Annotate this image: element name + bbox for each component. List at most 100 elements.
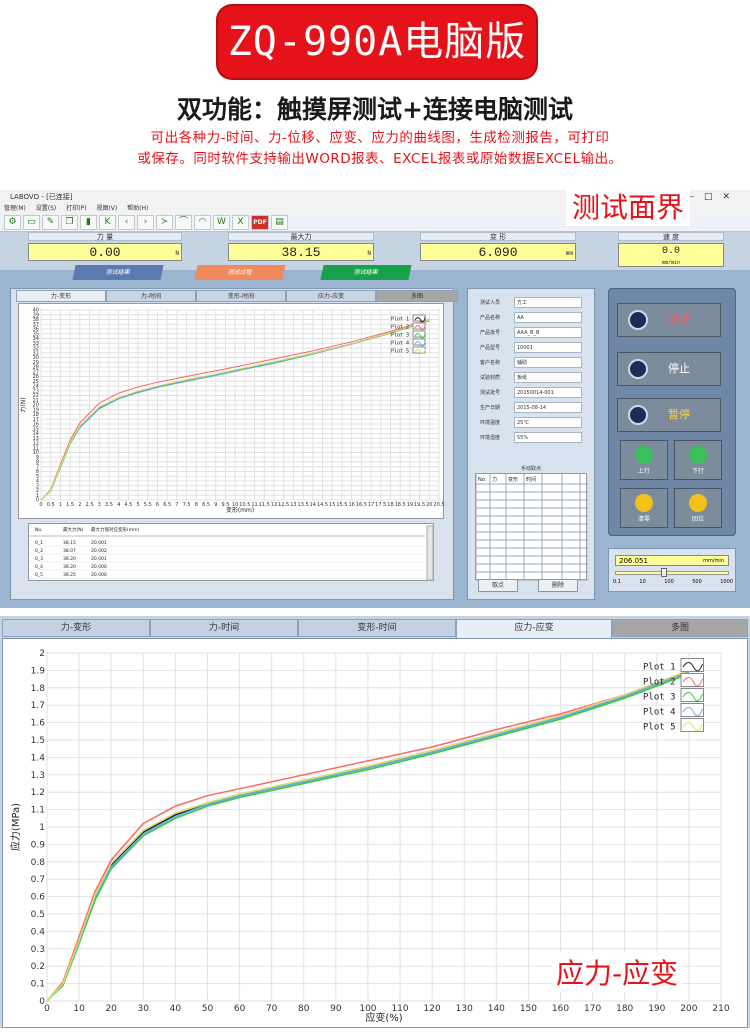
prev-icon[interactable]: ‹ [118, 215, 135, 230]
pdf-export-icon[interactable]: PDF [251, 215, 269, 230]
pick-point-button[interactable]: 取点 [478, 579, 518, 592]
readout-speed-label: 速 度 [618, 232, 724, 241]
tab-deform-time[interactable]: 变形-时间 [196, 290, 286, 302]
x-tick-label: 15.5 [336, 502, 347, 508]
x-tick-label: 3.5 [105, 502, 113, 508]
info-row: 产品名称 AA [470, 312, 594, 324]
speed-panel: 206.051 mm/min 0.1 10 100 500 1000 [608, 548, 736, 592]
tab-force-deform[interactable]: 力-变形 [16, 290, 106, 302]
info-field[interactable]: 方工 [514, 297, 582, 308]
settings-icon[interactable]: ⚙ [4, 215, 21, 230]
bottom-tab-stress-strain[interactable]: 应力-应变 [456, 619, 612, 639]
table-cell: 20.002 [91, 548, 107, 554]
info-field[interactable]: 55% [514, 432, 582, 443]
open-folder-icon[interactable]: ▭ [23, 215, 40, 230]
info-field[interactable]: 20150014-001 [514, 387, 582, 398]
speed-input[interactable]: 206.051 mm/min [615, 555, 729, 566]
copy-icon[interactable]: ❐ [61, 215, 78, 230]
excel-export-icon[interactable]: X [232, 215, 249, 230]
info-label: 环境温度 [479, 420, 500, 426]
up-button[interactable]: 上行 [620, 440, 668, 480]
next-icon[interactable]: › [137, 215, 154, 230]
y-tick-label: 1.8 [31, 684, 46, 694]
legend-label: Plot 5 [391, 349, 409, 355]
x-tick-label: 1.5 [66, 502, 74, 508]
legend-label: Plot 2 [643, 678, 676, 688]
info-field[interactable]: 2015-08-14 [514, 402, 582, 413]
window-controls[interactable]: –□✕ [689, 190, 740, 204]
menu-settings[interactable]: 设置(S) [36, 205, 57, 212]
table-header: 最大力值对应变形(mm) [91, 526, 140, 533]
y-tick-label: 0.1 [31, 980, 45, 990]
up-label: 上行 [637, 468, 650, 475]
legend-label: Plot 2 [391, 325, 409, 331]
info-field[interactable]: 10001 [514, 342, 582, 353]
bottom-tab-force-time[interactable]: 力-时间 [150, 619, 298, 637]
stop-button[interactable]: 停止 [617, 352, 721, 386]
tab-force-time[interactable]: 力-时间 [106, 290, 196, 302]
info-field[interactable]: 板纸 [514, 372, 582, 383]
x-tick-label: 19 [407, 502, 413, 508]
curve-fill-icon[interactable]: ◠ [194, 215, 211, 230]
y-tick-label: 1.2 [31, 788, 45, 798]
x-tick-label: 0 [44, 1004, 50, 1014]
x-tick-label: 90 [330, 1004, 342, 1014]
y-tick-label: 1.4 [31, 753, 46, 763]
tab-stress-strain[interactable]: 应力-应变 [286, 290, 376, 302]
curve-icon[interactable]: ⌒ [175, 215, 192, 230]
bottom-tab-force-deform[interactable]: 力-变形 [2, 619, 150, 637]
word-export-icon[interactable]: W [213, 215, 230, 230]
info-field[interactable]: 25℃ [514, 417, 582, 428]
first-icon[interactable]: K [99, 215, 116, 230]
report-icon[interactable]: ▤ [271, 215, 288, 230]
info-label: 试验材质 [479, 375, 500, 381]
y-tick-label: 1.3 [31, 771, 45, 781]
tab-multi[interactable]: 多图 [376, 290, 458, 302]
x-tick-label: 150 [520, 1004, 537, 1014]
last-icon[interactable]: ≻ [156, 215, 173, 230]
readout-speed-value: 0.0 mm/min [618, 243, 724, 267]
table-cell: 20.001 [91, 556, 107, 562]
pause-label: 暂停 [668, 408, 690, 421]
table-cell: 38.15 [63, 540, 76, 546]
tab-process[interactable]: 测试过程 [194, 265, 286, 280]
menu-manage[interactable]: 管理(M) [4, 205, 26, 212]
menu-help[interactable]: 帮助(H) [127, 205, 148, 212]
tab-result-2[interactable]: 测试结果 [320, 265, 412, 280]
table-scrollbar[interactable] [426, 525, 434, 581]
grid-header: No. [478, 477, 487, 483]
tab-result-1[interactable]: 测试结果 [72, 265, 164, 280]
delete-point-button[interactable]: 删除 [538, 579, 578, 592]
pause-icon [628, 405, 648, 425]
bottom-tab-multi[interactable]: 多图 [612, 619, 748, 637]
x-tick-label: 15 [329, 502, 335, 508]
speed-slider-thumb[interactable] [661, 568, 667, 577]
y-tick-label: 1.1 [31, 806, 45, 816]
speed-slider[interactable] [615, 571, 729, 575]
info-field[interactable]: 辅助 [514, 357, 582, 368]
panel-tabs: 力-变形 力-时间 变形-时间 应力-应变 多图 [16, 290, 458, 302]
description-line-2: 或保存。同时软件支持输出WORD报表、EXCEL报表或原始数据EXCEL输出。 [137, 151, 623, 167]
stop-icon [628, 359, 648, 379]
x-tick-label: 13.5 [298, 502, 309, 508]
x-tick-label: 6.5 [163, 502, 171, 508]
info-field[interactable]: AA [514, 312, 582, 323]
return-button[interactable]: 回位 [674, 488, 722, 528]
test-button[interactable]: 测试 [617, 303, 721, 337]
force-deform-plot: 0 0.5 1 1.5 2 2.5 3 3.5 4 4.5 5 5.5 6 6.5 7 7.5 8 8.5 9 9.5… [19, 308, 445, 514]
menu-print[interactable]: 打印(P) [66, 205, 86, 212]
x-tick-label: 5 [136, 502, 139, 508]
force-value-text: 0.00 [89, 245, 121, 260]
manual-points-grid: No. 力 变形 时间 [475, 473, 588, 581]
grid-header: 变形 [508, 476, 518, 483]
table-cell: 0_5 [35, 572, 43, 578]
pause-button[interactable]: 暂停 [617, 398, 721, 432]
down-button[interactable]: 下行 [674, 440, 722, 480]
edit-icon[interactable]: ✎ [42, 215, 59, 230]
clear-button[interactable]: 清零 [620, 488, 668, 528]
bottom-tab-deform-time[interactable]: 变形-时间 [298, 619, 456, 637]
x-tick-label: 4.5 [124, 502, 132, 508]
delete-icon[interactable]: ▮ [80, 215, 97, 230]
menu-view[interactable]: 视图(V) [96, 205, 117, 212]
info-field[interactable]: AAA_B_B [514, 327, 582, 338]
